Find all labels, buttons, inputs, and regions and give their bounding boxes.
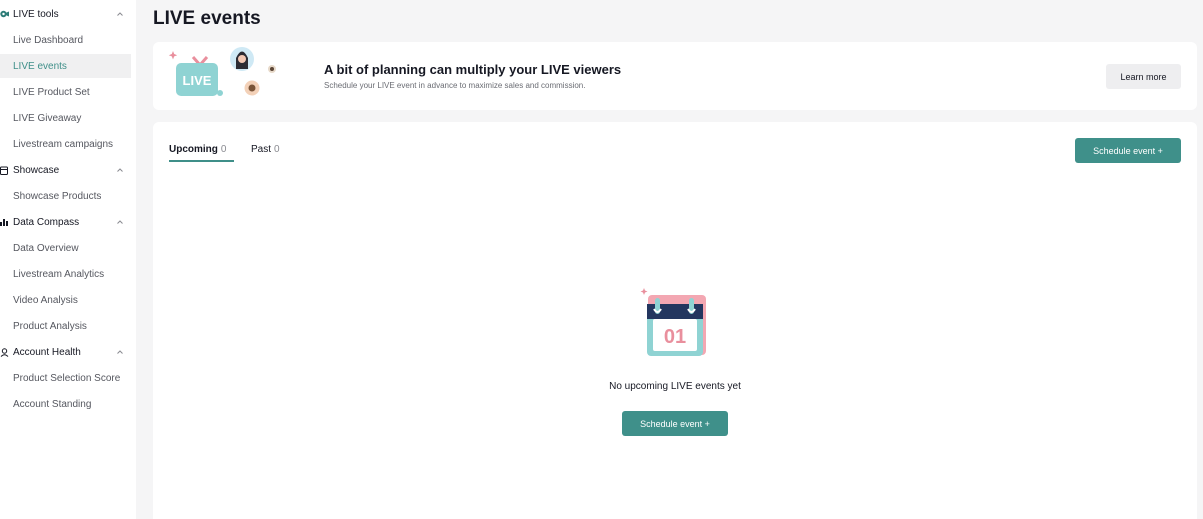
sidebar: LIVE tools Live Dashboard LIVE events LI… [0,0,136,519]
empty-state-message: No upcoming LIVE events yet [609,381,741,392]
sidebar-item-live-giveaway[interactable]: LIVE Giveaway [0,106,131,130]
active-tab-indicator [169,160,234,162]
sidebar-group-label: Showcase [13,164,60,176]
tab-upcoming[interactable]: Upcoming 0 [169,144,226,155]
sidebar-group-label: LIVE tools [13,8,59,20]
sidebar-item-video-analysis[interactable]: Video Analysis [0,288,131,312]
tab-past[interactable]: Past 0 [251,144,280,155]
sidebar-group-account-health[interactable]: Account Health [0,341,136,363]
tab-label: Past [251,144,272,155]
sidebar-group-live-tools[interactable]: LIVE tools [0,3,136,25]
schedule-event-empty-button[interactable]: Schedule event + [622,411,728,436]
page-title: LIVE events [153,8,261,29]
chevron-up-icon[interactable] [116,348,124,356]
sidebar-item-live-product-set[interactable]: LIVE Product Set [0,80,131,104]
sidebar-item-product-analysis[interactable]: Product Analysis [0,314,131,338]
chevron-up-icon[interactable] [116,10,124,18]
store-icon [0,165,9,175]
sidebar-group-label: Account Health [13,346,81,358]
sidebar-item-showcase-products[interactable]: Showcase Products [0,184,131,208]
learn-more-button[interactable]: Learn more [1106,64,1181,89]
banner-subtitle: Schedule your LIVE event in advance to m… [324,81,586,90]
events-panel: Upcoming 0 Past 0 Schedule event + 01 No u… [153,122,1197,519]
tab-count: 0 [274,144,280,155]
calendar-day-text: 01 [664,326,686,348]
sidebar-item-account-standing[interactable]: Account Standing [0,392,131,416]
sidebar-group-data-compass[interactable]: Data Compass [0,211,136,233]
sidebar-item-livestream-campaigns[interactable]: Livestream campaigns [0,132,131,156]
sidebar-item-product-selection-score[interactable]: Product Selection Score [0,366,131,390]
bar-chart-icon [0,217,9,227]
chevron-up-icon[interactable] [116,166,124,174]
promo-banner: LIVE A bit of planning can multiply your… [153,42,1197,110]
live-badge-text: LIVE [183,73,212,88]
tab-label: Upcoming [169,144,218,155]
banner-title: A bit of planning can multiply your LIVE… [324,62,622,77]
sidebar-item-live-events[interactable]: LIVE events [0,54,131,78]
chevron-up-icon[interactable] [116,218,124,226]
tab-count: 0 [220,144,227,155]
schedule-event-button[interactable]: Schedule event + [1075,138,1181,163]
sidebar-group-showcase[interactable]: Showcase [0,159,136,181]
user-shield-icon [0,347,9,357]
calendar-icon: 01 [640,288,706,356]
sidebar-item-live-dashboard[interactable]: Live Dashboard [0,28,131,52]
live-illustration: LIVE [168,47,276,96]
live-camera-icon [0,9,9,19]
sidebar-item-livestream-analytics[interactable]: Livestream Analytics [0,262,131,286]
sidebar-group-label: Data Compass [13,216,80,228]
sidebar-item-data-overview[interactable]: Data Overview [0,236,131,260]
